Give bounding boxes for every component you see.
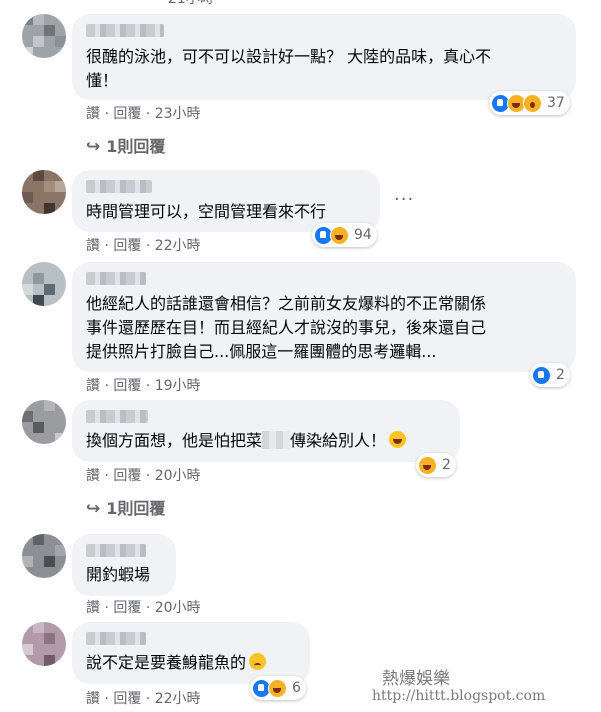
separator: · [104, 378, 109, 394]
reply-button[interactable]: 回覆 [113, 691, 141, 707]
comment-bubble: 他經紀人的話誰還會相信？之前前女友爆料的不正常關係 事件還歷歷在目！而且經紀人才… [72, 262, 576, 372]
reply-arrow-icon: ↪ [86, 499, 101, 519]
comment-text: 他經紀人的話誰還會相信？之前前女友爆料的不正常關係 [86, 294, 487, 313]
separator: · [145, 691, 151, 707]
reply-button[interactable]: 回覆 [113, 378, 141, 394]
like-button[interactable]: 讚 [86, 378, 100, 394]
reaction-count: 2 [442, 457, 451, 473]
wow-icon [523, 93, 542, 113]
comment-text: 懂！ [86, 71, 119, 90]
comment-text: 說不定是要養鯓龍魚的 [86, 651, 267, 675]
reply-arrow-icon: ↪ [86, 137, 101, 157]
partial-timestamp: 21小時 [168, 0, 214, 8]
haha-icon [268, 678, 287, 698]
censored-text [262, 431, 291, 449]
reaction-summary[interactable]: 37 [489, 91, 570, 115]
haha-icon [330, 225, 349, 245]
comment-text-part: 說不定是要養鯓龍魚的 [86, 653, 247, 672]
comment-text-part: 換個方面想，他是怕把菜 [86, 431, 263, 450]
view-replies-link[interactable]: ↪ 1則回覆 [86, 495, 165, 519]
timestamp[interactable]: 22小時 [155, 691, 201, 707]
timestamp[interactable]: 20小時 [155, 600, 201, 616]
timestamp[interactable]: 23小時 [155, 106, 201, 122]
like-button[interactable]: 讚 [86, 468, 100, 484]
like-icon [532, 365, 551, 385]
like-button[interactable]: 讚 [86, 600, 100, 616]
comment-text: 時間管理可以，空間管理看來不行 [86, 202, 327, 221]
timestamp[interactable]: 22小時 [155, 238, 201, 254]
separator: · [104, 238, 109, 254]
like-button[interactable]: 讚 [86, 691, 100, 707]
comment-text: 事件還歷歷在目！而且經紀人才說沒的事兒，後來還自己 [86, 318, 487, 337]
view-replies-label: 1則回覆 [106, 137, 166, 156]
comment-actions: 讚 · 回覆 · 20小時 [86, 465, 201, 485]
separator: · [104, 691, 109, 707]
comment-bubble: 說不定是要養鯓龍魚的 [72, 622, 310, 684]
commenter-name-blurred[interactable] [86, 180, 152, 193]
comment-actions: 讚 · 回覆 · 22小時 [86, 235, 201, 255]
comment-actions: 讚 · 回覆 · 23小時 [86, 103, 201, 123]
avatar[interactable] [22, 534, 66, 578]
haha-icon [418, 455, 437, 475]
comment-text: 很醜的泳池，可不可以設計好一點？ 大陸的品味，真心不 [86, 47, 492, 66]
laughing-emoji-icon [389, 431, 407, 448]
comment-text-part: 傳染給別人！ [290, 431, 387, 450]
separator: · [145, 106, 151, 122]
like-button[interactable]: 讚 [86, 106, 100, 122]
commenter-name-blurred[interactable] [86, 544, 146, 557]
comment-text: 提供照片打臉自己...佩服這一羅團體的思考邏輯... [86, 342, 437, 361]
commenter-name-blurred[interactable] [86, 24, 164, 37]
commenter-name-blurred[interactable] [86, 410, 148, 423]
separator: · [145, 468, 151, 484]
comment-bubble: 開釣蝦場 [72, 534, 176, 596]
avatar[interactable] [22, 622, 66, 666]
reaction-count: 2 [556, 367, 565, 383]
watermark-url: http://hittt.blogspot.com [372, 688, 546, 704]
commenter-name-blurred[interactable] [86, 632, 146, 645]
separator: · [104, 106, 109, 122]
separator: · [104, 468, 109, 484]
comment-text: 開釣蝦場 [86, 565, 151, 584]
comment-bubble: 很醜的泳池，可不可以設計好一點？ 大陸的品味，真心不 懂！ [72, 14, 576, 100]
timestamp[interactable]: 19小時 [155, 378, 201, 394]
reaction-summary[interactable]: 2 [416, 453, 456, 477]
reaction-count: 37 [547, 95, 565, 111]
comment-bubble: 換個方面想，他是怕把菜 傳染給別人！ [72, 400, 460, 462]
reaction-count: 94 [354, 227, 372, 243]
like-button[interactable]: 讚 [86, 238, 100, 254]
reaction-summary[interactable]: 94 [312, 223, 377, 247]
reaction-summary[interactable]: 6 [250, 676, 306, 700]
view-replies-label: 1則回覆 [106, 499, 166, 518]
separator: · [145, 238, 151, 254]
separator: · [145, 600, 151, 616]
view-replies-link[interactable]: ↪ 1則回覆 [86, 133, 165, 157]
separator: · [145, 378, 151, 394]
avatar[interactable] [22, 14, 66, 58]
separator: · [104, 600, 109, 616]
sad-emoji-icon [249, 653, 267, 670]
comment-actions: 讚 · 回覆 · 22小時 [86, 688, 201, 708]
reply-button[interactable]: 回覆 [113, 106, 141, 122]
commenter-name-blurred[interactable] [86, 272, 146, 285]
reaction-count: 6 [292, 680, 301, 696]
avatar[interactable] [22, 400, 66, 444]
comment-actions: 讚 · 回覆 · 19小時 [86, 375, 201, 395]
avatar[interactable] [22, 262, 66, 306]
avatar[interactable] [22, 170, 66, 214]
comment-text: 換個方面想，他是怕把菜 傳染給別人！ [86, 429, 407, 453]
reply-button[interactable]: 回覆 [113, 468, 141, 484]
timestamp[interactable]: 20小時 [155, 468, 201, 484]
reaction-summary[interactable]: 2 [530, 363, 570, 387]
comment-actions: 讚 · 回覆 · 20小時 [86, 597, 201, 617]
more-options-button[interactable]: ··· [394, 189, 414, 210]
reply-button[interactable]: 回覆 [113, 600, 141, 616]
watermark-title: 熱爆娛樂 [382, 669, 450, 689]
reply-button[interactable]: 回覆 [113, 238, 141, 254]
